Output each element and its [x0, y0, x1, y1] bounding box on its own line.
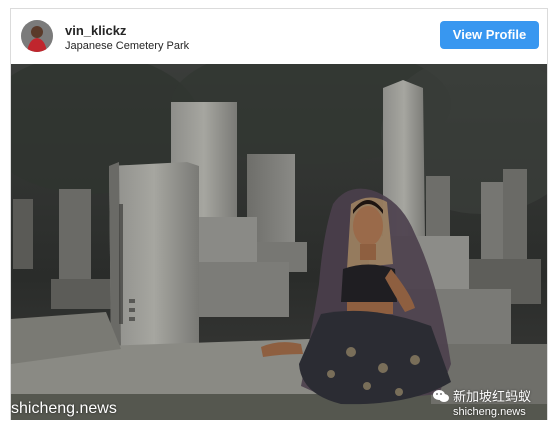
- watermark-en-text: shicheng.news: [452, 406, 526, 418]
- avatar-image: [21, 20, 53, 52]
- watermark-cn-row: 新加坡红蚂蚁: [432, 386, 531, 405]
- wechat-icon: [432, 389, 449, 402]
- view-profile-button[interactable]: View Profile: [440, 21, 539, 49]
- avatar[interactable]: [21, 20, 53, 52]
- location-link[interactable]: Japanese Cemetery Park: [65, 40, 189, 52]
- instagram-post-card: vin_klickz Japanese Cemetery Park 狮城新闻 V…: [10, 8, 548, 420]
- watermark-bottom-right: 新加坡红蚂蚁 shicheng.news: [432, 386, 531, 418]
- watermark-cn-text: 新加坡红蚂蚁: [452, 389, 531, 404]
- username[interactable]: vin_klickz: [65, 23, 126, 38]
- post-photo: shicheng.news 新加坡红蚂蚁 shicheng.news: [11, 64, 547, 420]
- post-header: vin_klickz Japanese Cemetery Park 狮城新闻 V…: [11, 9, 547, 64]
- cemetery-photo: [11, 64, 547, 420]
- watermark-bottom-left: shicheng.news: [11, 400, 117, 417]
